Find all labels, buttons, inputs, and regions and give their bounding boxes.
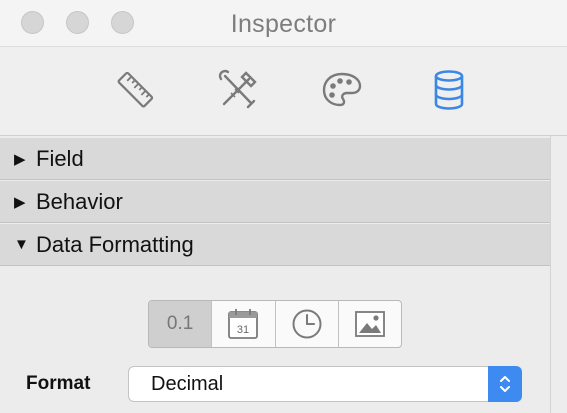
calendar-icon: 31 bbox=[228, 309, 259, 339]
format-select-value: Decimal bbox=[151, 372, 224, 395]
format-label: Format bbox=[26, 373, 91, 394]
image-icon bbox=[354, 311, 385, 337]
tab-properties[interactable] bbox=[213, 65, 263, 115]
title-bar: Inspector bbox=[0, 0, 567, 47]
number-format-button[interactable]: 0.1 bbox=[149, 301, 213, 347]
clock-icon bbox=[292, 309, 322, 339]
section-behavior-header[interactable]: ▶ Behavior bbox=[0, 181, 550, 223]
calendar-day-text: 31 bbox=[237, 324, 249, 336]
database-icon bbox=[434, 70, 464, 110]
inspector-toolbar bbox=[0, 47, 567, 136]
chevron-up-down-icon bbox=[500, 376, 510, 392]
time-format-button[interactable] bbox=[276, 301, 339, 347]
format-select[interactable]: Decimal bbox=[128, 366, 522, 402]
inspector-window: Inspector ▶ Field ▶ Behavior ▼ Data Form… bbox=[0, 0, 567, 413]
disclosure-triangle-right-icon: ▶ bbox=[14, 150, 26, 168]
scroll-gutter bbox=[550, 136, 567, 413]
window-title: Inspector bbox=[230, 10, 337, 38]
select-stepper[interactable] bbox=[488, 366, 522, 402]
date-format-button[interactable]: 31 bbox=[212, 301, 276, 347]
tools-icon bbox=[218, 69, 257, 109]
disclosure-triangle-down-icon: ▼ bbox=[14, 236, 29, 253]
section-field-label: Field bbox=[36, 145, 84, 171]
ruler-icon bbox=[117, 71, 154, 108]
section-data-formatting-label: Data Formatting bbox=[36, 231, 194, 257]
section-behavior-label: Behavior bbox=[36, 188, 123, 214]
palette-icon bbox=[322, 72, 362, 107]
section-field-header[interactable]: ▶ Field bbox=[0, 138, 550, 180]
image-format-button[interactable] bbox=[339, 301, 401, 347]
data-type-segmented-control: 0.1 31 bbox=[148, 300, 402, 348]
tab-size[interactable] bbox=[110, 65, 160, 115]
tab-appearance[interactable] bbox=[317, 65, 367, 115]
section-data-formatting-header[interactable]: ▼ Data Formatting bbox=[0, 224, 550, 266]
disclosure-triangle-right-icon: ▶ bbox=[14, 193, 26, 211]
number-icon: 0.1 bbox=[166, 313, 194, 334]
tab-data[interactable] bbox=[424, 65, 474, 115]
